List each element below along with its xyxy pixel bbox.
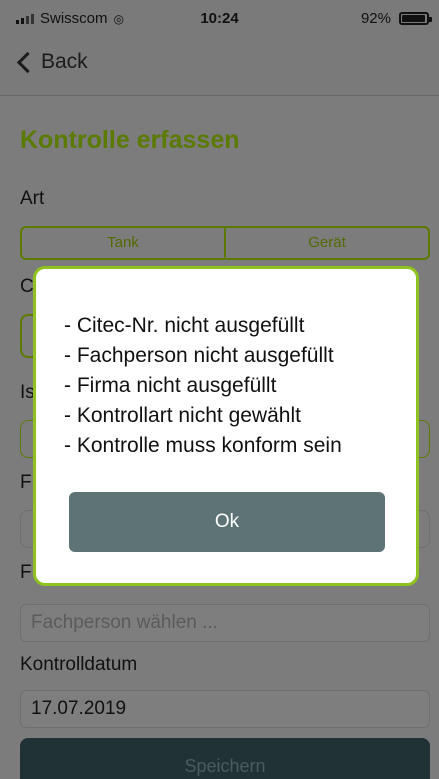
validation-message: - Kontrollart nicht gewählt [64,404,301,427]
art-label: Art [20,188,45,209]
field-label-partial-f1: F [20,472,32,493]
segment-tank[interactable]: Tank [22,228,224,258]
ok-button[interactable]: Ok [69,492,385,552]
phone-screen: Swisscom ◎ 10:24 92% Back Kontrolle erfa… [0,0,439,779]
page-title: Kontrolle erfassen [20,126,240,154]
date-label: Kontrolldatum [20,654,138,675]
field-label-partial-c: C [20,276,34,297]
back-button[interactable]: Back [16,50,88,74]
status-right: 92% [360,10,432,27]
validation-message: - Fachperson nicht ausgefüllt [64,344,334,367]
battery-percent: 92% [360,10,391,27]
validation-message: - Citec-Nr. nicht ausgefüllt [64,314,305,337]
chevron-left-icon [16,51,39,73]
nav-bar: Back [0,38,439,96]
date-input[interactable]: 17.07.2019 [20,690,430,728]
validation-message: - Firma nicht ausgefüllt [64,374,277,397]
status-bar: Swisscom ◎ 10:24 92% [0,0,439,38]
save-button[interactable]: Speichern [20,738,430,779]
validation-messages: - Citec-Nr. nicht ausgefüllt - Fachperso… [64,311,342,461]
battery-icon [399,12,432,25]
back-label: Back [41,50,88,73]
field-label-partial-f2: F [20,562,32,583]
art-segmented-control: Tank Gerät [20,226,430,260]
fachperson-input[interactable]: Fachperson wählen ... [20,604,430,642]
segment-geraet[interactable]: Gerät [224,228,428,258]
validation-dialog: - Citec-Nr. nicht ausgefüllt - Fachperso… [33,266,419,586]
validation-message: - Kontrolle muss konform sein [64,434,342,457]
